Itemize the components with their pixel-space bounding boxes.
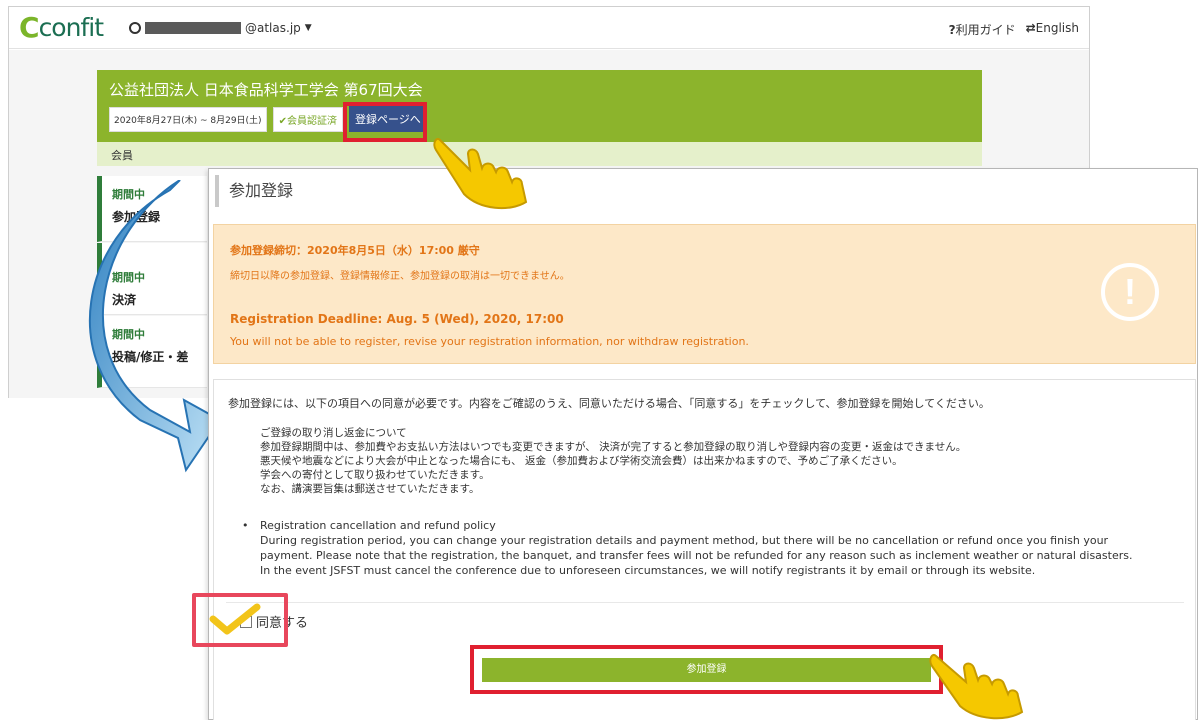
masked-account-name [145, 22, 241, 34]
panel-title: 参加登録 [215, 175, 293, 207]
logo-mark-icon: C [19, 11, 40, 44]
terms-jp-line: 悪天候や地震などにより大会が中止となった場合にも、 返金（参加費および学術交流会… [260, 455, 903, 467]
question-icon: ? [948, 23, 956, 37]
account-domain: @atlas.jp [245, 21, 301, 35]
terms-english: • Registration cancellation and refund p… [242, 518, 1192, 578]
submit-registration-button[interactable]: 参加登録 [482, 658, 931, 682]
deadline-warning: 参加登録締切：2020年8月5日（水）17:00 厳守 締切日以降の参加登録、登… [213, 224, 1196, 364]
checkmark-icon [209, 603, 261, 635]
terms-jp-line: 学会への寄付として取り扱わせていただきます。 [260, 469, 490, 481]
top-navbar: Cconfit @atlas.jp ▼ ?利用ガイド ⇄English [9, 7, 1089, 49]
verified-label: 会員認証済 [286, 115, 337, 127]
swap-arrows-icon: ⇄ [1025, 21, 1036, 35]
conference-dates: 2020年8月27日(木) ~ 8月29日(土) [109, 106, 267, 132]
terms-en-line: During registration period, you can chan… [260, 534, 1109, 547]
terms-jp-line: 参加登録期間中は、参加費やお支払い方法はいつでも変更できますが、 決済が完了する… [260, 441, 967, 453]
confit-logo[interactable]: Cconfit [19, 11, 104, 44]
en-deadline-note: You will not be able to register, revise… [230, 335, 749, 348]
terms-en-line: In the event JSFST must cancel the confe… [260, 564, 1036, 577]
caret-down-icon: ▼ [304, 23, 312, 33]
pointing-hand-icon [929, 654, 1024, 720]
en-deadline-text: Registration Deadline: Aug. 5 (Wed), 202… [230, 312, 564, 326]
terms-japanese: ご登録の取り消し返金について 参加登録期間中は、参加費やお支払い方法はいつでも変… [260, 426, 966, 496]
divider [226, 602, 1184, 603]
terms-intro: 参加登録には、以下の項目への同意が必要です。内容をご確認のうえ、同意いただける場… [228, 397, 990, 410]
highlight-submit-button: 参加登録 [470, 645, 943, 694]
guide-label: 利用ガイド [955, 23, 1016, 37]
bullet-icon: • [242, 519, 249, 532]
jp-deadline-text: 参加登録締切：2020年8月5日（水）17:00 厳守 [230, 244, 480, 257]
terms-en-line: Registration cancellation and refund pol… [260, 519, 496, 532]
conference-title: 公益社団法人 日本食品科学工学会 第67回大会 [109, 81, 423, 99]
language-switch[interactable]: ⇄English [1026, 21, 1079, 38]
language-label: English [1035, 21, 1079, 35]
jp-deadline-note: 締切日以降の参加登録、登録情報修正、参加登録の取消は一切できません。 [230, 271, 570, 282]
terms-jp-line: ご登録の取り消し返金について [260, 427, 407, 439]
guide-link[interactable]: ?利用ガイド [949, 21, 1016, 38]
logo-text: confit [38, 13, 104, 42]
account-menu[interactable]: @atlas.jp ▼ [129, 21, 312, 35]
exclamation-circle-icon: ! [1101, 263, 1159, 321]
top-right-links: ?利用ガイド ⇄English [949, 21, 1079, 38]
highlight-register-page-button [343, 102, 427, 142]
terms-en-line: payment. Please note that the registrati… [260, 549, 1133, 562]
pointing-hand-icon [433, 138, 528, 210]
terms-jp-line: なお、講演要旨集は郵送させていただきます。 [260, 483, 480, 495]
registration-panel: 参加登録 参加登録締切：2020年8月5日（水）17:00 厳守 締切日以降の参… [208, 168, 1198, 720]
member-verified-badge: ✔会員認証済 [272, 106, 343, 132]
user-icon [129, 22, 141, 34]
check-icon: ✔ [278, 115, 287, 127]
